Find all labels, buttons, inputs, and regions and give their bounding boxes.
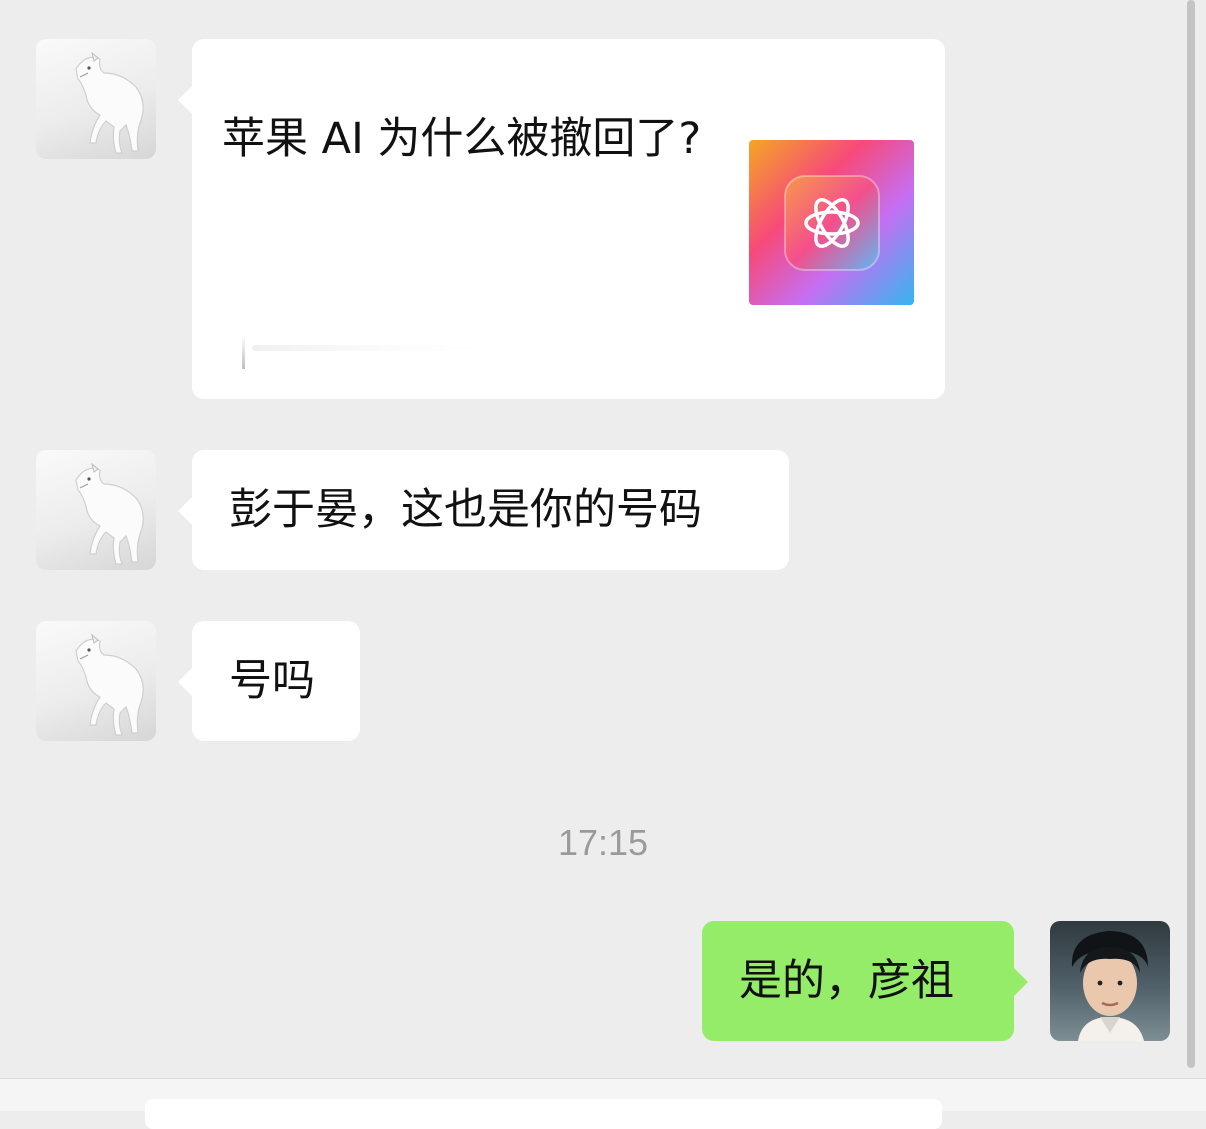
link-card-source <box>242 335 482 369</box>
chat-scrollbar[interactable] <box>1187 0 1195 1068</box>
message-text: 号吗 <box>229 656 315 706</box>
contact-avatar[interactable] <box>36 621 156 741</box>
link-card-title: 苹果 AI 为什么被撤回了? <box>222 114 702 164</box>
message-input-bar <box>0 1078 1206 1129</box>
text-message[interactable]: 号吗 <box>178 621 360 741</box>
message-text: 彭于晏，这也是你的号码 <box>229 485 702 535</box>
chat-history[interactable]: 苹果 AI 为什么被撤回了? 彭于晏，这也是你的号码 号吗 17:15 是的，彦… <box>0 0 1206 1078</box>
text-message-outgoing[interactable]: 是的，彦祖 <box>702 921 1028 1041</box>
text-message[interactable]: 彭于晏，这也是你的号码 <box>178 450 789 570</box>
white-horse-icon <box>75 462 144 565</box>
white-horse-icon <box>75 51 144 154</box>
contact-avatar[interactable] <box>36 450 156 570</box>
person-portrait-icon <box>1071 931 1148 1041</box>
apple-intelligence-icon <box>749 140 914 305</box>
white-horse-icon <box>75 633 144 736</box>
my-avatar[interactable] <box>1050 921 1170 1041</box>
link-card-message[interactable]: 苹果 AI 为什么被撤回了? <box>178 39 945 399</box>
message-text: 是的，彦祖 <box>739 956 954 1006</box>
message-timestamp: 17:15 <box>557 822 649 863</box>
link-card-thumbnail <box>749 140 914 305</box>
contact-avatar[interactable] <box>36 39 156 159</box>
message-input[interactable] <box>145 1099 942 1129</box>
